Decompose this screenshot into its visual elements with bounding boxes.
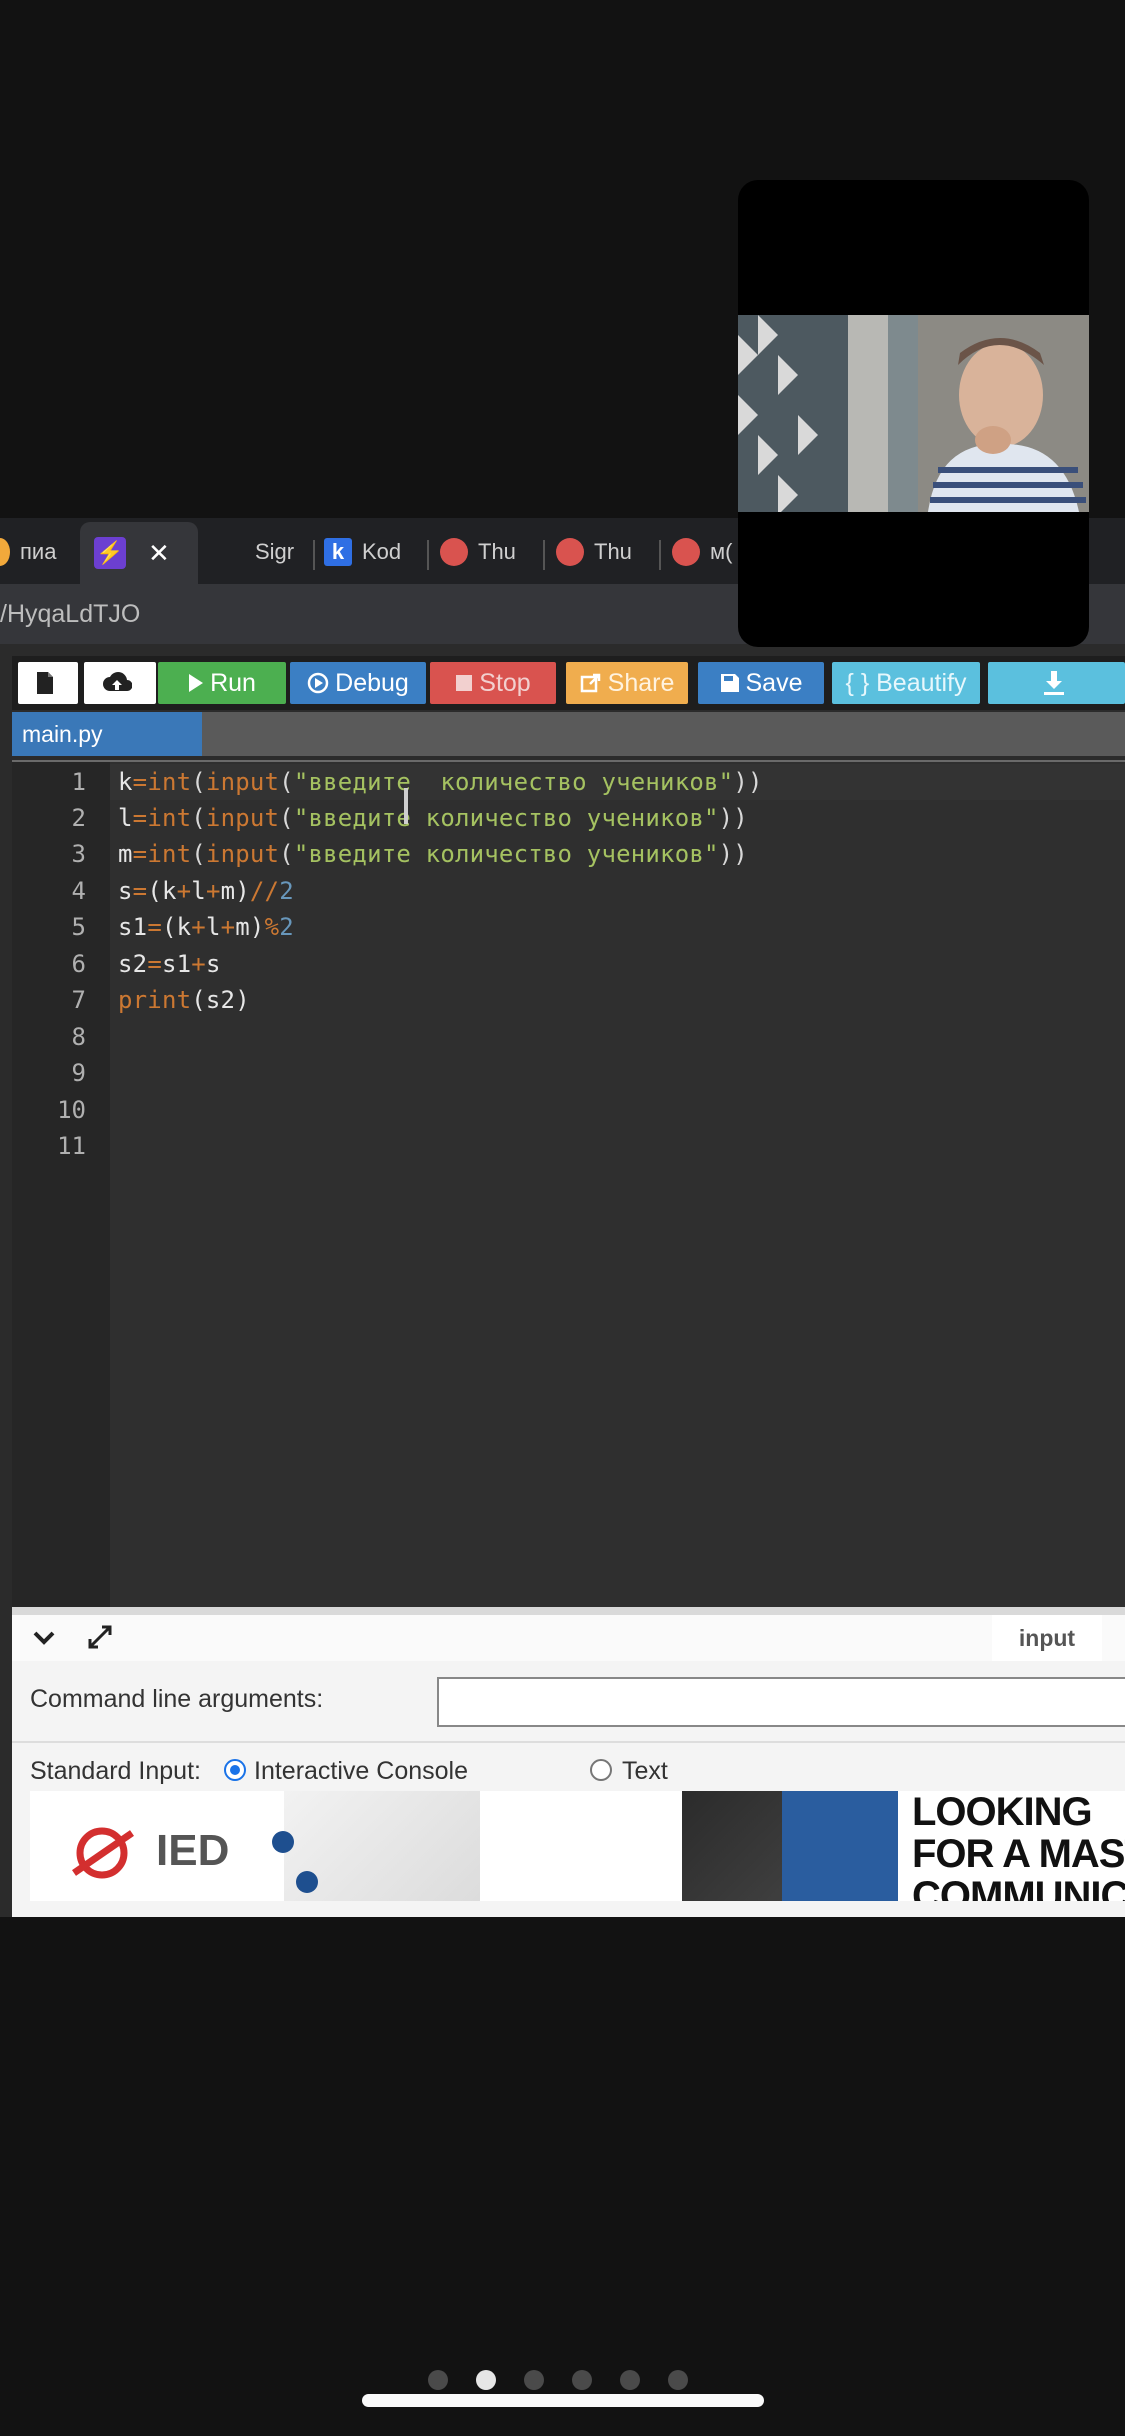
- io-panel: input Command line arguments: Standard I…: [12, 1607, 1125, 1917]
- code-line-3: m=int(input("введите количество учеников…: [118, 840, 748, 868]
- share-button[interactable]: Share: [566, 662, 688, 704]
- run-button[interactable]: Run: [158, 662, 286, 704]
- file-tab-bar: main.py: [12, 712, 1125, 756]
- share-icon: [580, 673, 600, 693]
- video-feed: [738, 315, 1089, 512]
- file-icon: [37, 672, 53, 694]
- text-input-label: Text: [622, 1757, 668, 1785]
- page-dot[interactable]: [668, 2370, 688, 2390]
- tab-separator: [313, 540, 315, 570]
- line-number: 8: [71, 1023, 86, 1051]
- tab-favicon-icon: [672, 538, 700, 566]
- line-number: 7: [71, 986, 86, 1014]
- stop-button[interactable]: Stop: [430, 662, 556, 704]
- save-icon: [720, 674, 739, 692]
- cmd-args-input[interactable]: [437, 1677, 1125, 1727]
- k-logo-icon: k: [324, 538, 352, 566]
- file-tab-main[interactable]: main.py: [12, 712, 202, 756]
- text-cursor-icon: [404, 788, 408, 824]
- divider: [12, 1741, 1125, 1743]
- line-number: 6: [71, 950, 86, 978]
- ad-image: [272, 1791, 480, 1901]
- page-dot[interactable]: [620, 2370, 640, 2390]
- line-number: 10: [57, 1096, 86, 1124]
- tab-label: Thu: [594, 539, 632, 564]
- tab-favicon-icon: [440, 538, 468, 566]
- page-indicator: [428, 2370, 698, 2390]
- line-number: 9: [71, 1059, 86, 1087]
- line-number: 4: [71, 877, 86, 905]
- browser-tab-active[interactable]: ⚡ ✕: [80, 522, 198, 584]
- line-number: 2: [71, 804, 86, 832]
- tab-label: пиа: [20, 539, 57, 564]
- advertisement-banner[interactable]: IED LOOKING FOR A MASTER COMMUNICATIO: [30, 1791, 1125, 1901]
- browser-tab[interactable]: Thu: [556, 530, 656, 574]
- tab-label: м(: [710, 539, 733, 564]
- tab-separator: [659, 540, 661, 570]
- ad-headline: LOOKING FOR A MASTER COMMUNICATIO: [912, 1791, 1125, 1901]
- chevron-down-icon[interactable]: [32, 1629, 56, 1647]
- home-indicator[interactable]: [362, 2394, 764, 2407]
- ide-toolbar: Run Debug Stop Share Save { } Beautify: [12, 656, 1125, 710]
- beautify-button[interactable]: { } Beautify: [832, 662, 980, 704]
- save-button[interactable]: Save: [698, 662, 824, 704]
- line-gutter: 1 2 3 4 5 6 7 8 9 10 11: [12, 762, 110, 1607]
- tab-label: Thu: [478, 539, 516, 564]
- interactive-console-radio[interactable]: [224, 1759, 246, 1781]
- line-number: 11: [57, 1132, 86, 1160]
- debug-icon: [307, 672, 329, 694]
- interactive-console-label: Interactive Console: [254, 1757, 469, 1785]
- expand-icon[interactable]: [86, 1623, 114, 1651]
- line-number: 3: [71, 840, 86, 868]
- tab-favicon-icon: [556, 538, 584, 566]
- close-tab-icon[interactable]: ✕: [148, 538, 170, 569]
- code-line-2: l=int(input("введите количество учеников…: [118, 804, 748, 832]
- participant-video[interactable]: [738, 180, 1089, 647]
- browser-tab[interactable]: k Kod: [324, 530, 424, 574]
- browser-tab[interactable]: Thu: [440, 530, 540, 574]
- stop-icon: [456, 675, 473, 691]
- cloud-upload-icon: [103, 672, 132, 691]
- code-line-6: s2=s1+s: [118, 950, 221, 978]
- ad-logo: IED: [66, 1825, 229, 1881]
- code-line-1: k=int(input("введите количество учеников…: [118, 768, 763, 796]
- ad-image: [682, 1791, 898, 1901]
- ide-window: Run Debug Stop Share Save { } Beautify m…: [12, 656, 1125, 1917]
- browser-tab[interactable]: м(: [672, 530, 742, 574]
- tab-label: Sigr: [255, 539, 295, 564]
- new-file-button[interactable]: [18, 662, 78, 704]
- tab-separator: [543, 540, 545, 570]
- line-number: 1: [71, 768, 86, 796]
- download-button[interactable]: [988, 662, 1125, 704]
- bolt-icon: ⚡: [94, 537, 126, 569]
- code-line-7: print(s2): [118, 986, 250, 1014]
- browser-tab[interactable]: пиа: [0, 530, 70, 574]
- url-text: /HyqaLdTJO: [0, 600, 141, 628]
- ied-logo-icon: [72, 1827, 134, 1879]
- page-dot[interactable]: [524, 2370, 544, 2390]
- text-input-radio[interactable]: [590, 1759, 612, 1781]
- browser-tab[interactable]: Sigr: [255, 530, 315, 574]
- code-line-4: s=(k+l+m)//2: [118, 877, 294, 905]
- page-dot-active[interactable]: [476, 2370, 496, 2390]
- stdin-label: Standard Input:: [30, 1757, 201, 1785]
- code-line-5: s1=(k+l+m)%2: [118, 913, 294, 941]
- page-dot[interactable]: [572, 2370, 592, 2390]
- video-frame-image: [738, 315, 1089, 512]
- io-panel-header: input: [12, 1615, 1125, 1661]
- cmd-args-label: Command line arguments:: [30, 1685, 324, 1713]
- tab-favicon-icon: [0, 538, 10, 566]
- tab-label: Kod: [362, 539, 402, 564]
- page-dot[interactable]: [428, 2370, 448, 2390]
- tab-separator: [427, 540, 429, 570]
- line-number: 5: [71, 913, 86, 941]
- tab-input[interactable]: input: [992, 1615, 1102, 1661]
- download-icon: [1043, 671, 1064, 695]
- shared-screen: пиа ⚡ ✕ Sigr k Kod Thu Thu м(/HyqaLdTJO…: [0, 518, 1125, 1917]
- upload-button[interactable]: [84, 662, 156, 704]
- debug-button[interactable]: Debug: [290, 662, 426, 704]
- play-icon: [189, 674, 204, 692]
- code-editor[interactable]: 1 2 3 4 5 6 7 8 9 10 11 k=int(input("вве…: [12, 760, 1125, 1607]
